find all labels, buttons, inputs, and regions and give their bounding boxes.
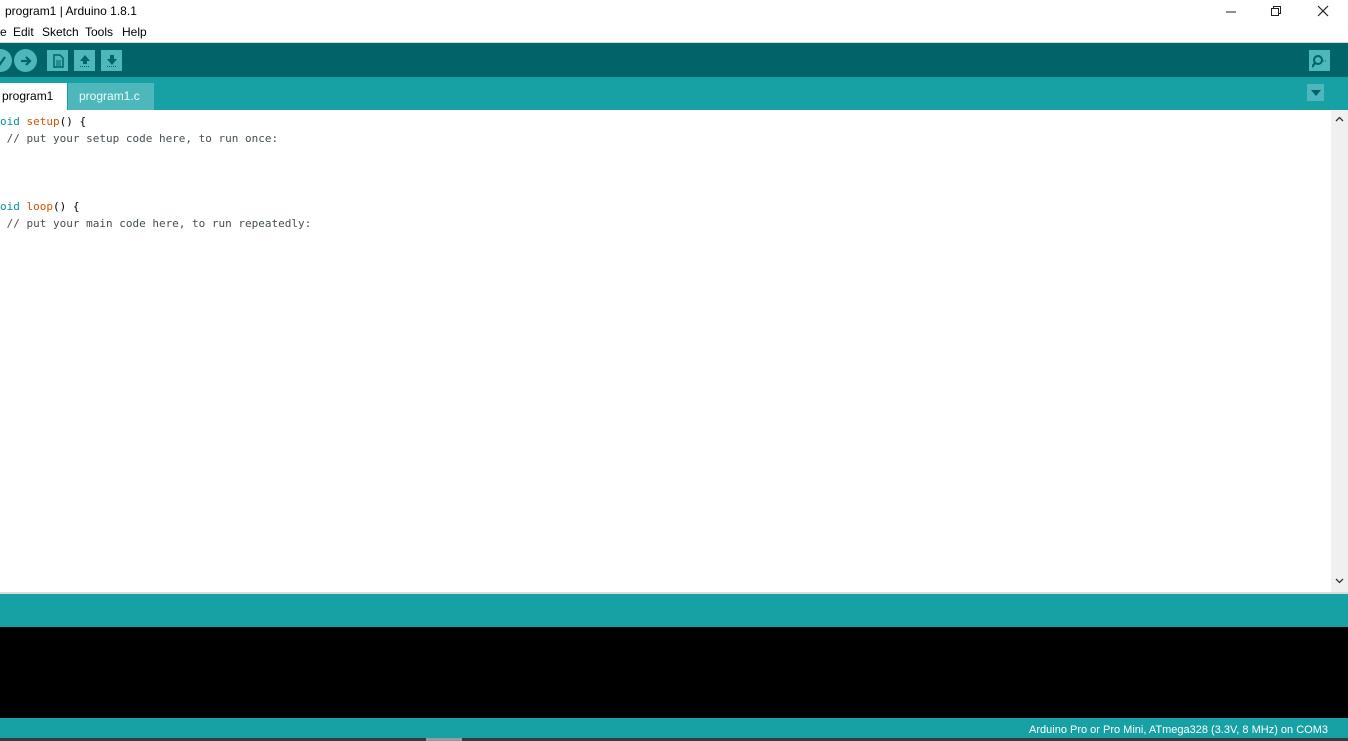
verify-icon <box>0 55 6 65</box>
code-punctuation: () { <box>53 200 80 213</box>
message-area <box>0 594 1348 627</box>
upload-button[interactable] <box>14 49 37 72</box>
chevron-up-icon <box>1335 116 1344 121</box>
title-bar: program1 | Arduino 1.8.1 <box>0 0 1348 24</box>
menu-edit[interactable]: Edit <box>13 25 34 39</box>
tab-program1-c[interactable]: program1.c <box>68 83 154 110</box>
toolbar <box>0 43 1348 77</box>
new-icon <box>52 53 64 68</box>
close-button[interactable] <box>1300 0 1345 22</box>
code-line[interactable] <box>0 164 311 181</box>
code-function: loop <box>26 200 54 213</box>
chevron-down-icon <box>1335 578 1344 583</box>
tab-bar: program1 program1.c <box>0 77 1348 110</box>
save-icon <box>106 54 117 67</box>
chevron-down-icon <box>1310 89 1321 96</box>
code-line[interactable] <box>0 147 311 164</box>
scroll-up-button[interactable] <box>1331 110 1348 127</box>
minimize-button[interactable] <box>1209 0 1254 22</box>
upload-icon <box>20 55 32 66</box>
open-icon <box>79 54 90 67</box>
scroll-down-button[interactable] <box>1331 572 1348 589</box>
code-comment: // put your setup code here, to run once… <box>0 132 279 145</box>
status-footer: Arduino Pro or Pro Mini, ATmega328 (3.3V… <box>0 718 1348 741</box>
code-function: setup <box>26 115 60 128</box>
restore-icon <box>1271 5 1281 16</box>
code-line[interactable]: oid setup() { <box>0 113 311 130</box>
console-output[interactable] <box>0 627 1348 718</box>
editor-scrollbar[interactable] <box>1331 110 1348 592</box>
tab-menu-button[interactable] <box>1307 84 1324 101</box>
code-punctuation: () { <box>59 115 87 128</box>
code-line[interactable]: oid loop() { <box>0 198 311 215</box>
board-info: Arduino Pro or Pro Mini, ATmega328 (3.3V… <box>1029 724 1328 736</box>
code-keyword: oid <box>0 115 20 128</box>
menu-file[interactable]: e <box>0 25 7 39</box>
code-line[interactable]: // put your main code here, to run repea… <box>0 215 312 232</box>
restore-button[interactable] <box>1254 0 1299 22</box>
minimize-icon <box>1226 11 1236 12</box>
code-comment: // put your main code here, to run repea… <box>0 217 312 230</box>
menu-help[interactable]: Help <box>122 25 147 39</box>
menu-bar: e Edit Sketch Tools Help <box>0 24 1348 43</box>
serial-monitor-button[interactable] <box>1309 50 1330 71</box>
window-title: program1 | Arduino 1.8.1 <box>5 4 137 18</box>
code-text[interactable]: oid setup() { // put your setup code her… <box>0 113 311 232</box>
code-line[interactable] <box>0 181 311 198</box>
verify-button[interactable] <box>0 49 12 72</box>
menu-sketch[interactable]: Sketch <box>42 25 79 39</box>
serial-monitor-icon <box>1311 54 1326 68</box>
new-button[interactable] <box>47 50 68 71</box>
code-line[interactable]: // put your setup code here, to run once… <box>0 130 311 147</box>
code-keyword: oid <box>0 200 20 213</box>
close-icon <box>1317 5 1328 17</box>
save-button[interactable] <box>101 50 122 71</box>
menu-tools[interactable]: Tools <box>85 25 113 39</box>
open-button[interactable] <box>74 50 95 71</box>
tab-program1[interactable]: program1 <box>0 83 67 110</box>
code-editor[interactable]: oid setup() { // put your setup code her… <box>0 110 1348 592</box>
